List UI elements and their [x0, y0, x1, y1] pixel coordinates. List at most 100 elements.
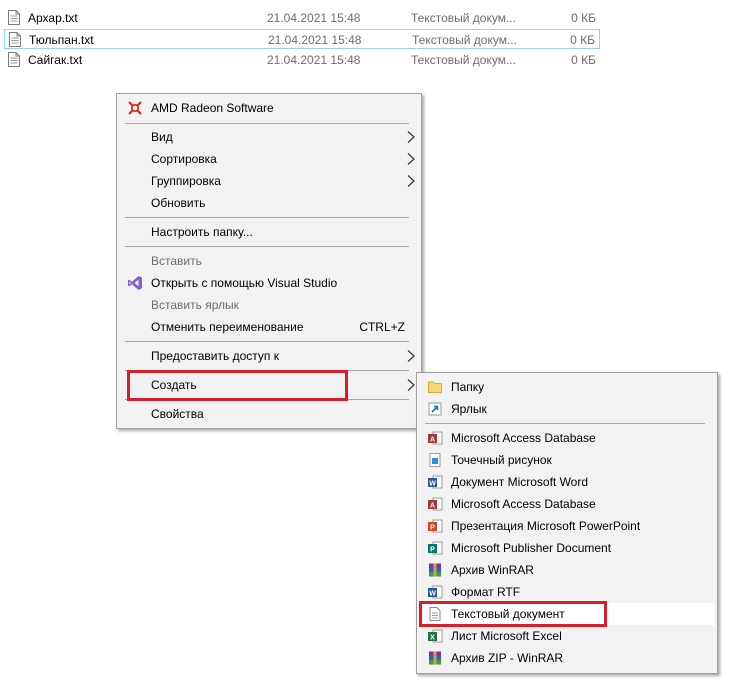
file-name: Архар.txt [28, 11, 78, 25]
chevron-right-icon [407, 131, 415, 143]
folder-icon [428, 381, 442, 393]
menu-item-label: Вставить [151, 254, 202, 268]
menu-item-label: Обновить [151, 196, 206, 210]
menu-item-label: Предоставить доступ к [151, 349, 279, 363]
shortcut-icon [428, 402, 442, 416]
menu-separator [125, 246, 409, 247]
menu-separator [125, 217, 409, 218]
amd-radeon-icon [128, 101, 142, 115]
submenu-item-shortcut[interactable]: Ярлык [419, 398, 715, 420]
rtf-document-icon: W [428, 585, 443, 599]
menu-separator [425, 423, 705, 424]
menu-item-label: Архив ZIP - WinRAR [451, 651, 564, 665]
submenu-item-folder[interactable]: Папку [419, 376, 715, 398]
chevron-right-icon [407, 175, 415, 187]
submenu-item-excel[interactable]: X Лист Microsoft Excel [419, 625, 715, 647]
menu-item-label: Группировка [151, 174, 221, 188]
excel-icon: X [428, 629, 443, 643]
menu-item-group[interactable]: Группировка [119, 170, 419, 192]
menu-item-label: Вставить ярлык [151, 298, 239, 312]
submenu-item-bitmap[interactable]: Точечный рисунок [419, 449, 715, 471]
svg-text:W: W [429, 480, 436, 487]
file-row[interactable]: Сайгак.txt 21.04.2021 15:48 Текстовый до… [4, 50, 600, 70]
menu-item-label: Microsoft Access Database [451, 431, 596, 445]
menu-item-refresh[interactable]: Обновить [119, 192, 419, 214]
file-date: 21.04.2021 15:48 [267, 53, 361, 67]
chevron-right-icon [407, 350, 415, 362]
file-row-selected[interactable]: Тюльпан.txt 21.04.2021 15:48 Текстовый д… [4, 29, 600, 49]
text-file-icon [8, 52, 20, 67]
text-file-icon [8, 10, 20, 25]
publisher-icon: P [428, 541, 443, 555]
menu-item-label: Лист Microsoft Excel [451, 629, 562, 643]
powerpoint-icon: P [428, 519, 443, 533]
text-file-icon [9, 32, 21, 47]
submenu-item-zip-archive[interactable]: Архив ZIP - WinRAR [419, 647, 715, 669]
file-type: Текстовый докум... [412, 33, 517, 47]
svg-text:W: W [429, 590, 436, 597]
menu-item-label: Открыть с помощью Visual Studio [151, 276, 338, 290]
file-row[interactable]: Архар.txt 21.04.2021 15:48 Текстовый док… [4, 8, 600, 28]
winrar-icon [429, 563, 441, 577]
menu-item-label: Документ Microsoft Word [451, 475, 589, 489]
submenu-item-access-database-2[interactable]: A Microsoft Access Database [419, 493, 715, 515]
chevron-right-icon [407, 153, 415, 165]
menu-item-label: Сортировка [151, 152, 217, 166]
file-date: 21.04.2021 15:48 [268, 33, 362, 47]
create-highlight-box [127, 370, 348, 401]
file-date: 21.04.2021 15:48 [267, 11, 361, 25]
menu-item-label: Папку [451, 380, 485, 394]
svg-text:A: A [430, 502, 435, 509]
winrar-zip-icon [429, 651, 441, 665]
menu-item-label: Отменить переименование [151, 320, 304, 334]
visual-studio-icon [128, 276, 142, 290]
submenu-item-publisher[interactable]: P Microsoft Publisher Document [419, 537, 715, 559]
menu-item-paste-shortcut: Вставить ярлык [119, 294, 419, 316]
file-name: Тюльпан.txt [29, 33, 94, 47]
keyboard-shortcut: CTRL+Z [359, 320, 405, 334]
submenu-item-powerpoint[interactable]: P Презентация Microsoft PowerPoint [419, 515, 715, 537]
menu-item-undo-rename[interactable]: Отменить переименование CTRL+Z [119, 316, 419, 338]
file-size: 0 КБ [571, 53, 596, 67]
menu-item-label: AMD Radeon Software [151, 101, 274, 115]
access-icon: A [428, 431, 443, 445]
file-size: 0 КБ [570, 33, 595, 47]
svg-text:P: P [430, 524, 435, 531]
submenu-item-rtf[interactable]: W Формат RTF [419, 581, 715, 603]
bitmap-image-icon [429, 453, 441, 467]
text-document-highlight-box [419, 601, 607, 627]
menu-separator [125, 123, 409, 124]
menu-item-label: Точечный рисунок [451, 453, 552, 467]
menu-item-sort[interactable]: Сортировка [119, 148, 419, 170]
file-size: 0 КБ [571, 11, 596, 25]
menu-item-label: Презентация Microsoft PowerPoint [451, 519, 641, 533]
menu-item-view[interactable]: Вид [119, 126, 419, 148]
menu-item-label: Настроить папку... [151, 225, 253, 239]
menu-item-open-visual-studio[interactable]: Открыть с помощью Visual Studio [119, 272, 419, 294]
menu-item-label: Microsoft Access Database [451, 497, 596, 511]
menu-item-amd-radeon[interactable]: AMD Radeon Software [119, 97, 419, 119]
submenu-item-winrar-archive[interactable]: Архив WinRAR [419, 559, 715, 581]
menu-item-share[interactable]: Предоставить доступ к [119, 345, 419, 367]
access-icon: A [428, 497, 443, 511]
submenu-item-word-document[interactable]: W Документ Microsoft Word [419, 471, 715, 493]
svg-text:P: P [430, 546, 435, 553]
menu-item-label: Свойства [151, 407, 204, 421]
menu-item-properties[interactable]: Свойства [119, 403, 419, 425]
menu-item-label: Архив WinRAR [451, 563, 534, 577]
menu-item-paste: Вставить [119, 250, 419, 272]
menu-item-label: Вид [151, 130, 173, 144]
create-submenu: Папку Ярлык A Microsoft Access Database … [416, 372, 718, 674]
svg-text:A: A [430, 436, 435, 443]
file-type: Текстовый докум... [411, 11, 516, 25]
menu-item-label: Формат RTF [451, 585, 521, 599]
word-icon: W [428, 475, 443, 489]
svg-text:X: X [430, 634, 435, 641]
file-name: Сайгак.txt [28, 53, 83, 67]
submenu-item-access-database[interactable]: A Microsoft Access Database [419, 427, 715, 449]
menu-item-label: Microsoft Publisher Document [451, 541, 612, 555]
menu-item-label: Ярлык [451, 402, 487, 416]
menu-separator [125, 341, 409, 342]
file-type: Текстовый докум... [411, 53, 516, 67]
menu-item-customize-folder[interactable]: Настроить папку... [119, 221, 419, 243]
